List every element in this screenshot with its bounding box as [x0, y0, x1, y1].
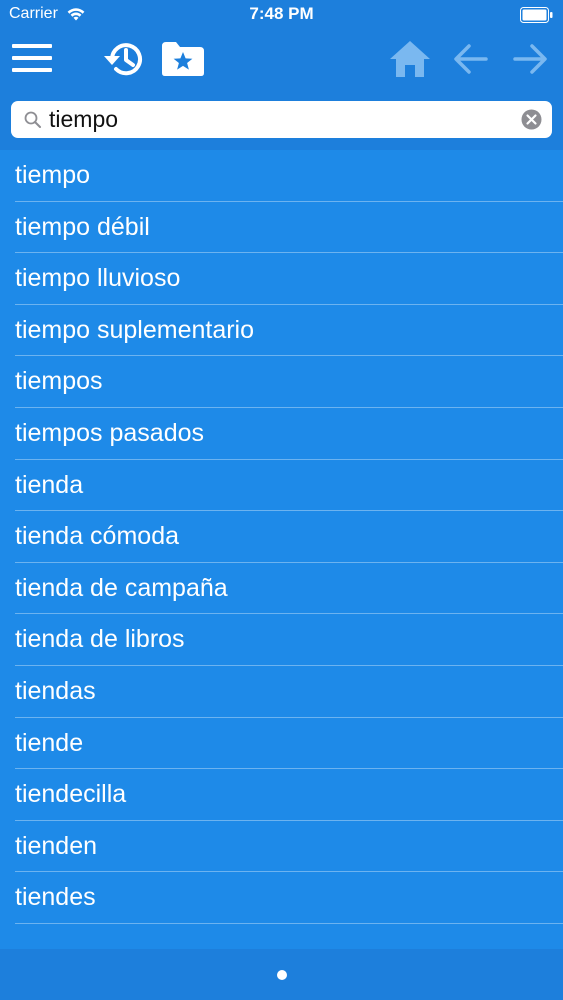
search-input[interactable] — [49, 103, 519, 136]
divider — [15, 922, 563, 924]
list-item[interactable]: tiempos pasados — [0, 408, 563, 460]
list-item-label: tiempos — [15, 367, 103, 396]
list-item-label: tienda de libros — [15, 625, 185, 654]
list-item-label: tiempo suplementario — [15, 315, 255, 344]
list-item[interactable]: tiempo — [0, 150, 563, 202]
list-item[interactable]: tienda — [0, 460, 563, 512]
list-item[interactable]: tiendecilla — [0, 769, 563, 821]
list-item[interactable]: tiempo suplementario — [0, 305, 563, 357]
battery-icon — [520, 7, 553, 23]
list-item-label: tiempo lluvioso — [15, 264, 181, 293]
list-item-label: tiempo — [15, 161, 91, 189]
favorites-folder-icon[interactable] — [161, 40, 205, 78]
list-item[interactable]: tienden — [0, 821, 563, 873]
list-item-label: tiempo débil — [15, 212, 150, 241]
status-time: 7:48 PM — [249, 4, 314, 23]
list-item-label: tienda de campaña — [15, 573, 228, 602]
search-icon — [24, 111, 41, 128]
list-item[interactable]: tiendas — [0, 666, 563, 718]
list-item-label: tiende — [15, 728, 84, 757]
list-item[interactable]: tienda de libros — [0, 614, 563, 666]
list-item[interactable]: tiempos — [0, 356, 563, 408]
footer-bar — [0, 949, 563, 1000]
list-item[interactable]: tiende — [0, 718, 563, 770]
list-item[interactable]: tiempo lluvioso — [0, 253, 563, 305]
clear-icon[interactable] — [521, 109, 542, 130]
home-icon[interactable] — [388, 38, 432, 80]
search-bar[interactable] — [11, 101, 552, 138]
list-item[interactable]: tienda de campaña — [0, 563, 563, 615]
list-item-label: tienden — [15, 831, 98, 860]
results-list: tiempo tiempo débil tiempo lluvioso tiem… — [0, 150, 563, 924]
history-icon[interactable] — [100, 38, 146, 80]
page-indicator-dot[interactable] — [277, 970, 287, 980]
back-arrow-icon[interactable] — [452, 40, 490, 78]
list-item-label: tiempos pasados — [15, 418, 205, 447]
list-item-label: tienda cómoda — [15, 522, 180, 551]
app-header: Carrier 7:48 PM — [0, 0, 563, 150]
list-item-label: tiendes — [15, 883, 96, 912]
list-item[interactable]: tiendes — [0, 872, 563, 924]
list-item-label: tiendas — [15, 676, 96, 705]
list-item-label: tienda — [15, 470, 84, 499]
list-item[interactable]: tiempo débil — [0, 202, 563, 254]
menu-icon[interactable] — [12, 40, 54, 76]
list-item[interactable]: tienda cómoda — [0, 511, 563, 563]
forward-arrow-icon[interactable] — [511, 40, 549, 78]
list-item-label: tiendecilla — [15, 780, 127, 809]
status-bar: Carrier 7:48 PM — [0, 0, 563, 30]
